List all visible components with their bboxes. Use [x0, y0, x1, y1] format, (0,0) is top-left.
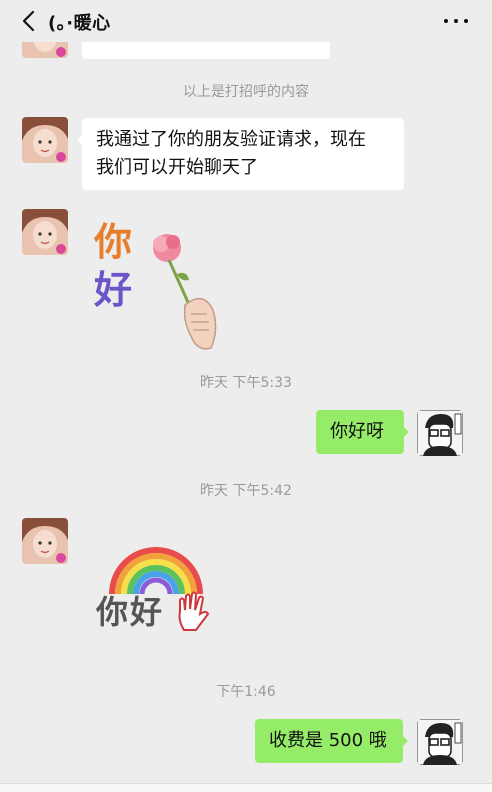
chat-header: (｡·暖心 — [0, 0, 492, 42]
contact-avatar[interactable] — [22, 42, 68, 58]
timestamp: 昨天 下午5:33 — [200, 375, 292, 391]
more-dots-icon[interactable] — [442, 11, 470, 31]
hello-rainbow-sticker[interactable]: 你好 — [92, 542, 222, 642]
chevron-left-icon[interactable] — [18, 9, 42, 33]
rose-in-hand-icon — [153, 234, 217, 350]
timestamp: 昨天 下午5:42 — [200, 483, 292, 499]
greeting-note: 以上是打招呼的内容 — [183, 84, 309, 100]
verification-message-bubble[interactable]: 我通过了你的朋友验证请求，现在 我们可以开始聊天了 — [77, 118, 404, 190]
rainbow-icon — [109, 547, 203, 595]
sticker-text-ni: 你 — [94, 220, 133, 264]
contact-avatar[interactable] — [22, 518, 68, 564]
contact-avatar[interactable] — [22, 117, 68, 163]
partial-message-bubble[interactable] — [82, 42, 330, 59]
contact-avatar[interactable] — [22, 209, 68, 255]
hello-rose-sticker[interactable]: 你 好 — [92, 222, 232, 352]
my-message-bubble[interactable]: 你好呀 — [316, 410, 409, 454]
my-avatar[interactable] — [417, 410, 463, 456]
verification-line-2: 我们可以开始聊天了 — [96, 157, 258, 178]
my-avatar[interactable] — [417, 719, 463, 765]
my-message-bubble[interactable]: 收费是 500 哦 — [255, 719, 408, 763]
verification-line-1: 我通过了你的朋友验证请求，现在 — [96, 129, 366, 150]
timestamp: 下午1:46 — [216, 684, 276, 700]
message-list[interactable]: 以上是打招呼的内容 我通过了你的朋友验证请求，现在 我们可以开始聊天了 你 好 — [0, 42, 492, 791]
sticker-text-hao: 好 — [94, 268, 133, 312]
sticker-text-nihao: 你好 — [96, 593, 165, 631]
chat-title: (｡·暖心 — [48, 13, 111, 34]
waving-hand-icon — [178, 591, 210, 631]
